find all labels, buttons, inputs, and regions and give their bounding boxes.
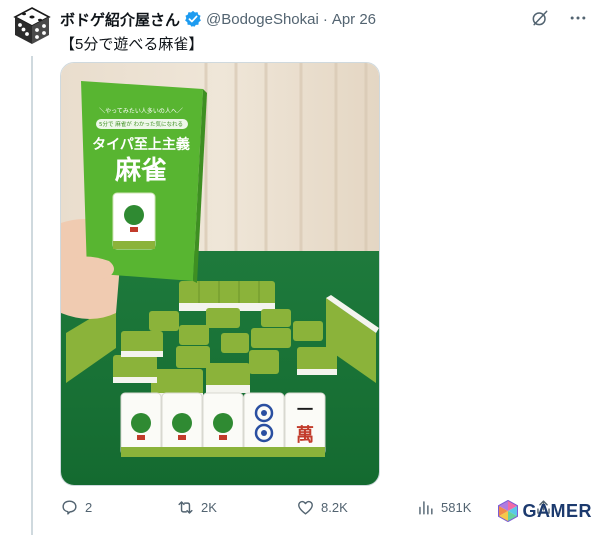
like-button[interactable]: 8.2K xyxy=(296,498,348,517)
grok-icon[interactable] xyxy=(528,6,552,30)
thread-line xyxy=(31,56,33,535)
tweet-top-actions xyxy=(528,6,590,30)
watermark: GAMER xyxy=(497,500,593,522)
box-title-line1: タイパ至上主義 xyxy=(92,136,190,153)
box-tagline: ＼やってみたい人多いの人へ／ xyxy=(99,107,183,115)
face-up-tiles: 一 萬 xyxy=(120,392,326,457)
box-subtitle: 5分で 麻雀が わかった気になれる xyxy=(99,120,183,128)
tweet-text: 【5分で遊べる麻雀】 xyxy=(60,36,204,53)
analytics-icon xyxy=(419,501,433,515)
tile-wall-back xyxy=(179,281,275,311)
retweet-icon xyxy=(178,501,193,514)
handle[interactable]: @BodogeShokai xyxy=(206,11,319,28)
svg-text:一: 一 xyxy=(297,400,313,419)
tweet-header: ボドゲ紹介屋さん @BodogeShokai · Apr 26 xyxy=(60,8,376,30)
gamer-logo-icon xyxy=(497,500,518,522)
separator-dot: · xyxy=(322,10,328,28)
avatar[interactable] xyxy=(12,6,52,46)
product-box: ＼やってみたい人多いの人へ／ 5分で 麻雀が わかった気になれる タイパ至上主義… xyxy=(81,81,207,283)
heart-icon xyxy=(298,500,313,515)
dice-icon xyxy=(13,7,51,44)
reply-count: 2 xyxy=(85,500,93,515)
timestamp[interactable]: Apr 26 xyxy=(332,11,376,28)
display-name[interactable]: ボドゲ紹介屋さん xyxy=(60,9,180,30)
verified-badge-icon[interactable] xyxy=(184,10,202,28)
reply-icon xyxy=(62,500,77,515)
retweet-count: 2K xyxy=(201,500,217,515)
svg-text:萬: 萬 xyxy=(296,425,314,446)
mahjong-photo: 一 萬 ＼やってみたい人多いの人へ／ 5分で 麻雀が わかった気になれる タイパ… xyxy=(61,63,379,485)
views-button[interactable]: 581K xyxy=(416,498,471,517)
watermark-text: GAMER xyxy=(522,500,592,521)
view-count: 581K xyxy=(441,500,472,515)
box-title-line2: 麻雀 xyxy=(114,156,167,186)
like-count: 8.2K xyxy=(321,500,348,515)
retweet-button[interactable]: 2K xyxy=(176,498,217,517)
tweet-media-image[interactable]: 一 萬 ＼やってみたい人多いの人へ／ 5分で 麻雀が わかった気になれる タイパ… xyxy=(60,62,380,486)
more-options-icon[interactable] xyxy=(566,6,590,30)
reply-button[interactable]: 2 xyxy=(60,498,92,517)
